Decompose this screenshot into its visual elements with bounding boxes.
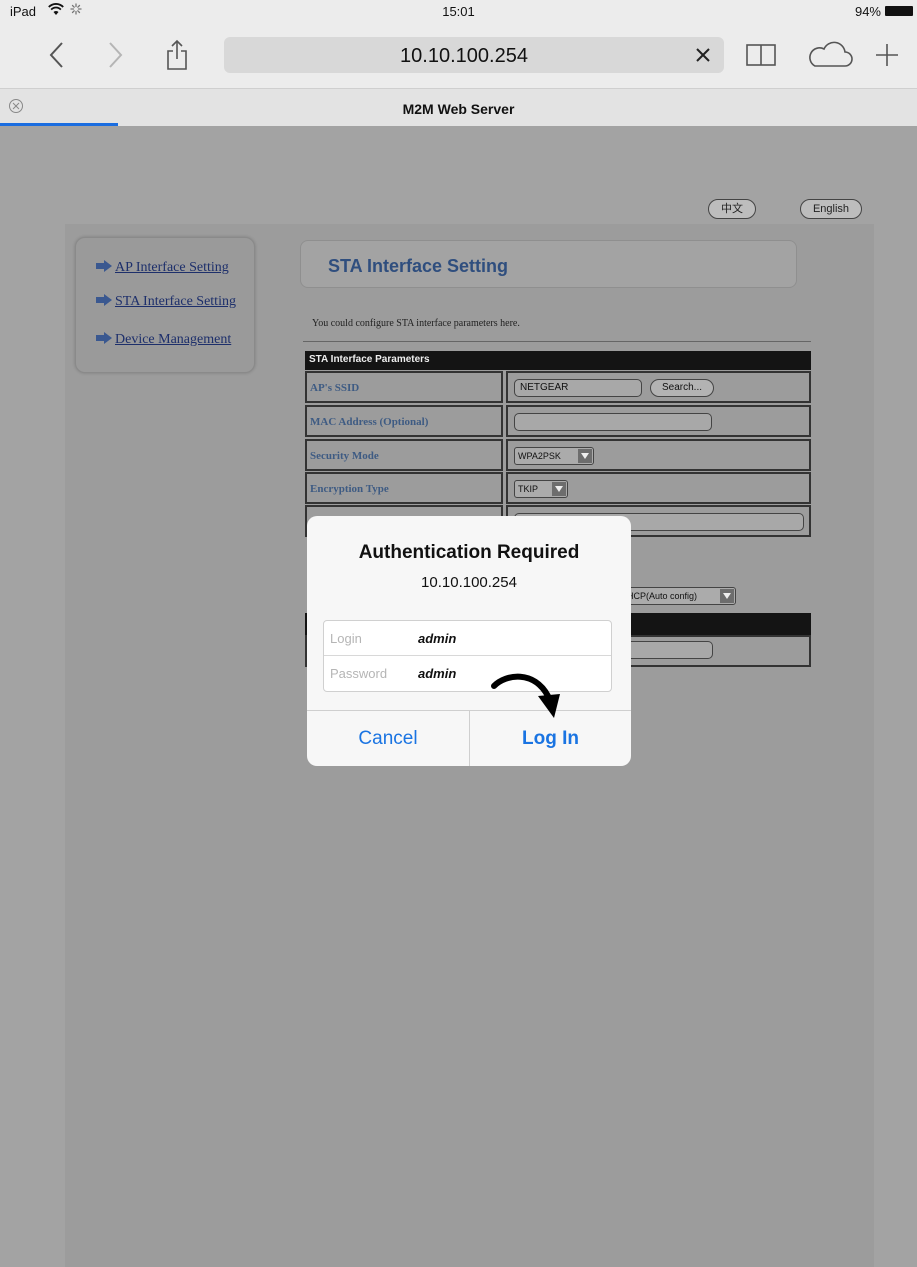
arrow-right-icon: [96, 294, 112, 306]
address-bar[interactable]: 10.10.100.254: [224, 37, 724, 73]
table-row: Security Mode WPA2PSK: [305, 439, 811, 471]
login-value: admin: [418, 631, 457, 646]
url-text[interactable]: 10.10.100.254: [224, 45, 704, 68]
browser-chrome: iPad 15:01 94% 10.10.100.254 M2M Web Ser…: [0, 0, 917, 126]
params-table-title: STA Interface Parameters: [309, 354, 430, 365]
wan-mode-select[interactable]: HCP(Auto config): [618, 587, 736, 605]
security-mode-select[interactable]: WPA2PSK: [514, 447, 594, 465]
bookmarks-button[interactable]: [744, 38, 778, 72]
menu-item-sta-interface[interactable]: STA Interface Setting: [96, 294, 236, 310]
dialog-host: 10.10.100.254: [421, 574, 517, 591]
row-label-cell: Encryption Type: [305, 472, 503, 504]
encryption-type-select[interactable]: TKIP: [514, 480, 568, 498]
row-label-cell: MAC Address (Optional): [305, 405, 503, 437]
icloud-tabs-button[interactable]: [806, 38, 854, 72]
side-menu: AP Interface Setting STA Interface Setti…: [75, 237, 255, 373]
row-value-cell: [506, 405, 811, 437]
back-button[interactable]: [40, 38, 74, 72]
clear-icon[interactable]: [692, 44, 714, 66]
table-row: Encryption Type TKIP: [305, 472, 811, 504]
wan-mode-value: HCP(Auto config): [627, 591, 698, 601]
tab-bar: M2M Web Server: [0, 88, 917, 126]
encryption-type-value: TKIP: [518, 484, 539, 494]
login-placeholder: Login: [330, 631, 362, 646]
menu-item-device-management[interactable]: Device Management: [96, 332, 231, 348]
divider: [303, 341, 811, 342]
page-title: STA Interface Setting: [328, 256, 509, 276]
plus-icon: [876, 44, 898, 66]
table-row: AP's SSID NETGEAR Search...: [305, 371, 811, 403]
dropdown-arrow-icon: [552, 482, 566, 496]
row-label-cell: AP's SSID: [305, 371, 503, 403]
login-field[interactable]: Login admin: [324, 621, 611, 656]
row-value-cell: WPA2PSK: [506, 439, 811, 471]
page-load-progress: [0, 123, 118, 126]
share-button[interactable]: [160, 38, 194, 72]
new-tab-button[interactable]: [870, 38, 904, 72]
menu-item-label: STA Interface Setting: [115, 294, 236, 309]
tab-title[interactable]: M2M Web Server: [0, 101, 917, 117]
lower-input[interactable]: [617, 641, 713, 659]
encryption-type-label: Encryption Type: [310, 483, 389, 495]
forward-button[interactable]: [98, 38, 132, 72]
ssid-label: AP's SSID: [310, 382, 360, 394]
security-mode-label: Security Mode: [310, 450, 379, 462]
mac-address-input[interactable]: [514, 413, 712, 431]
dropdown-arrow-icon: [578, 449, 592, 463]
authentication-dialog: Authentication Required 10.10.100.254 Lo…: [307, 516, 631, 766]
language-chinese-button[interactable]: 中文: [708, 199, 756, 219]
row-value-cell: TKIP: [506, 472, 811, 504]
battery-percentage: 94%: [854, 4, 881, 19]
table-row: MAC Address (Optional): [305, 405, 811, 437]
arrow-right-icon: [96, 332, 112, 344]
search-button[interactable]: Search...: [650, 379, 714, 397]
back-icon: [49, 42, 63, 68]
battery-icon: [885, 6, 913, 16]
status-bar: iPad 15:01 94%: [0, 0, 917, 22]
security-mode-value: WPA2PSK: [518, 451, 561, 461]
row-label-cell: Security Mode: [305, 439, 503, 471]
dialog-title: Authentication Required: [358, 542, 580, 563]
section-description: You could configure STA interface parame…: [312, 318, 520, 329]
arrow-right-icon: [96, 260, 112, 272]
bookmarks-icon: [746, 44, 776, 66]
curved-arrow-icon: [491, 673, 560, 718]
ssid-input[interactable]: NETGEAR: [514, 379, 642, 397]
menu-item-label: Device Management: [115, 332, 232, 347]
section-header: STA Interface Setting: [300, 240, 797, 288]
cancel-button[interactable]: Cancel: [307, 711, 469, 766]
forward-icon: [109, 42, 123, 68]
share-icon: [167, 39, 187, 70]
row-value-cell: NETGEAR Search...: [506, 371, 811, 403]
menu-item-label: AP Interface Setting: [115, 260, 229, 275]
dropdown-arrow-icon: [720, 589, 734, 603]
language-english-button[interactable]: English: [800, 199, 862, 219]
password-placeholder: Password: [330, 666, 388, 681]
mac-address-label: MAC Address (Optional): [310, 416, 429, 428]
params-table-header: STA Interface Parameters: [305, 351, 811, 370]
clock: 15:01: [442, 4, 475, 19]
password-value: admin: [418, 666, 457, 681]
cloud-icon: [809, 41, 853, 67]
menu-item-ap-interface[interactable]: AP Interface Setting: [96, 260, 229, 276]
